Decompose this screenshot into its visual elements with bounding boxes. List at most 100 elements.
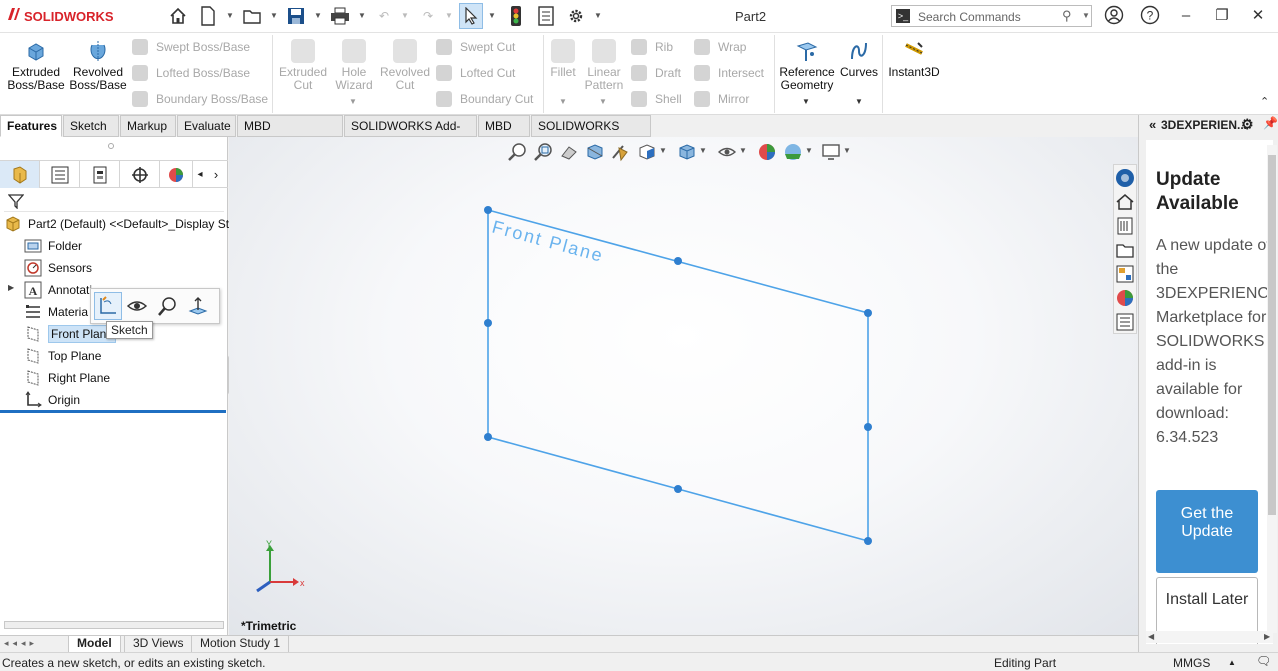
scroll-thumb[interactable]: [1268, 155, 1276, 515]
chevron-down-icon[interactable]: ▼: [314, 11, 322, 20]
chevron-right-icon[interactable]: ›: [209, 161, 223, 188]
chevron-down-icon[interactable]: ▼: [599, 97, 607, 106]
curves-button[interactable]: Curves: [838, 39, 880, 79]
lofted-cut-button[interactable]: Lofted Cut: [436, 64, 515, 82]
zoom-to-selection-icon[interactable]: [157, 295, 179, 320]
boundary-cut-button[interactable]: Boundary Cut: [436, 90, 533, 108]
home-icon[interactable]: [1114, 191, 1136, 213]
3dexperience-icon[interactable]: [1114, 167, 1136, 189]
plane-handle[interactable]: [484, 433, 492, 441]
units-selector[interactable]: MMGS: [1173, 656, 1210, 670]
tree-item-right-plane[interactable]: Right Plane: [24, 367, 110, 389]
tab-mbd-dimensions[interactable]: MBD Dimensions: [237, 115, 343, 154]
scroll-right-icon[interactable]: ▶: [1264, 632, 1270, 641]
tree-item-annotations[interactable]: A Annotati: [24, 279, 92, 301]
feature-manager-tab-icon[interactable]: [0, 161, 40, 188]
chevron-down-icon[interactable]: ▼: [226, 11, 234, 20]
search-commands-input[interactable]: >_ Search Commands ⚲ ▼: [891, 5, 1092, 27]
tab-sketch[interactable]: Sketch: [63, 115, 119, 137]
revolved-cut-button[interactable]: Revolved Cut: [378, 39, 432, 92]
redo-icon[interactable]: ↷: [416, 5, 440, 27]
wrap-button[interactable]: Wrap: [694, 38, 746, 56]
plane-handle[interactable]: [674, 257, 682, 265]
tab-mbd[interactable]: MBD: [478, 115, 530, 137]
mirror-button[interactable]: Mirror: [694, 90, 749, 108]
tree-filter[interactable]: [4, 190, 224, 212]
tree-item-top-plane[interactable]: Top Plane: [24, 345, 101, 367]
extruded-cut-button[interactable]: Extruded Cut: [276, 39, 330, 92]
new-document-icon[interactable]: [196, 5, 220, 27]
tab-scroll-arrows[interactable]: ◂◂◂▸: [4, 638, 64, 650]
tab-evaluate[interactable]: Evaluate: [177, 115, 236, 137]
design-library-icon[interactable]: [1114, 215, 1136, 237]
tree-item-folder[interactable]: Folder: [24, 235, 82, 257]
graphics-area[interactable]: ▼ ▼ ▼ ▼ ▼ ⇤ ⇥ – ❐ ✕ Front Plane: [229, 137, 1138, 635]
chevron-down-icon[interactable]: ▼: [401, 11, 409, 20]
front-plane-graphic[interactable]: Front Plane: [229, 137, 1138, 635]
solidworks-logo[interactable]: SOLIDWORKS: [6, 6, 114, 26]
shell-button[interactable]: Shell: [631, 90, 682, 108]
collapse-ribbon-icon[interactable]: ⌃: [1260, 95, 1269, 108]
chevron-up-icon[interactable]: ▲: [1228, 658, 1236, 667]
chevron-down-icon[interactable]: ▼: [1082, 11, 1090, 20]
tree-item-material[interactable]: Materia: [24, 301, 88, 323]
plane-handle[interactable]: [864, 309, 872, 317]
chevron-down-icon[interactable]: ▼: [358, 11, 366, 20]
configuration-manager-tab-icon[interactable]: [80, 161, 120, 188]
search-icon[interactable]: ⚲: [1062, 8, 1072, 24]
property-manager-tab-icon[interactable]: [40, 161, 80, 188]
custom-properties-icon[interactable]: [1114, 311, 1136, 333]
chevron-down-icon[interactable]: ▼: [270, 11, 278, 20]
plane-handle[interactable]: [864, 537, 872, 545]
chevron-down-icon[interactable]: ▼: [594, 11, 602, 20]
plane-handle[interactable]: [484, 206, 492, 214]
reference-geometry-button[interactable]: Reference Geometry: [778, 39, 836, 92]
select-cursor-icon[interactable]: [459, 3, 483, 29]
chevron-down-icon[interactable]: ▼: [855, 97, 863, 106]
plane-handle[interactable]: [674, 485, 682, 493]
help-icon[interactable]: ?: [1139, 5, 1161, 27]
minimize-icon[interactable]: –: [1175, 5, 1197, 27]
user-account-icon[interactable]: [1103, 5, 1125, 27]
open-folder-icon[interactable]: [240, 5, 264, 27]
tab-model[interactable]: Model: [68, 636, 121, 652]
print-icon[interactable]: [328, 5, 352, 27]
sketch-context-icon[interactable]: [94, 292, 122, 320]
view-palette-icon[interactable]: [1114, 263, 1136, 285]
tab-solidworks-cam[interactable]: SOLIDWORKS CAM: [531, 115, 651, 154]
home-icon[interactable]: [166, 5, 190, 27]
normal-to-icon[interactable]: [187, 295, 209, 320]
tree-root-part[interactable]: Part2 (Default) <<Default>_Display Sta: [4, 213, 236, 235]
restore-icon[interactable]: ❐: [1211, 5, 1233, 27]
chevron-down-icon[interactable]: ▼: [802, 97, 810, 106]
appearances-icon[interactable]: [1114, 287, 1136, 309]
rebuild-traffic-light-icon[interactable]: [504, 5, 528, 27]
tab-motion-study-1[interactable]: Motion Study 1: [191, 636, 290, 652]
rebuild-status-icon[interactable]: 🗨: [1256, 654, 1271, 668]
revolved-boss-button[interactable]: Revolved Boss/Base: [68, 39, 128, 92]
hole-wizard-button[interactable]: Hole Wizard: [330, 39, 378, 92]
display-manager-tab-icon[interactable]: [160, 161, 193, 188]
chevron-down-icon[interactable]: ▼: [349, 97, 357, 106]
swept-cut-button[interactable]: Swept Cut: [436, 38, 515, 56]
panel-resize-handle[interactable]: [108, 143, 114, 149]
scroll-left-icon[interactable]: ◀: [1148, 632, 1154, 641]
tab-solidworks-add-ins[interactable]: SOLIDWORKS Add-Ins: [344, 115, 477, 154]
tab-markup[interactable]: Markup: [120, 115, 176, 137]
tree-item-sensors[interactable]: Sensors: [24, 257, 92, 279]
chevron-down-icon[interactable]: ▼: [559, 97, 567, 106]
file-properties-icon[interactable]: [534, 5, 558, 27]
dimxpert-tab-icon[interactable]: [120, 161, 160, 188]
filter-icon[interactable]: [8, 193, 24, 209]
plane-handle[interactable]: [864, 423, 872, 431]
chevron-down-icon[interactable]: ▼: [488, 11, 496, 20]
rib-button[interactable]: Rib: [631, 38, 673, 56]
boundary-boss-button[interactable]: Boundary Boss/Base: [132, 90, 268, 108]
task-pane-scrollbar[interactable]: [1267, 145, 1277, 633]
collapse-pane-icon[interactable]: «: [1149, 117, 1156, 132]
swept-boss-button[interactable]: Swept Boss/Base: [132, 38, 250, 56]
hide-show-icon[interactable]: [126, 295, 148, 320]
task-pane-hscrollbar[interactable]: ◀ ▶: [1146, 631, 1273, 643]
extruded-boss-button[interactable]: Extruded Boss/Base: [6, 39, 66, 92]
linear-pattern-button[interactable]: Linear Pattern: [582, 39, 626, 92]
